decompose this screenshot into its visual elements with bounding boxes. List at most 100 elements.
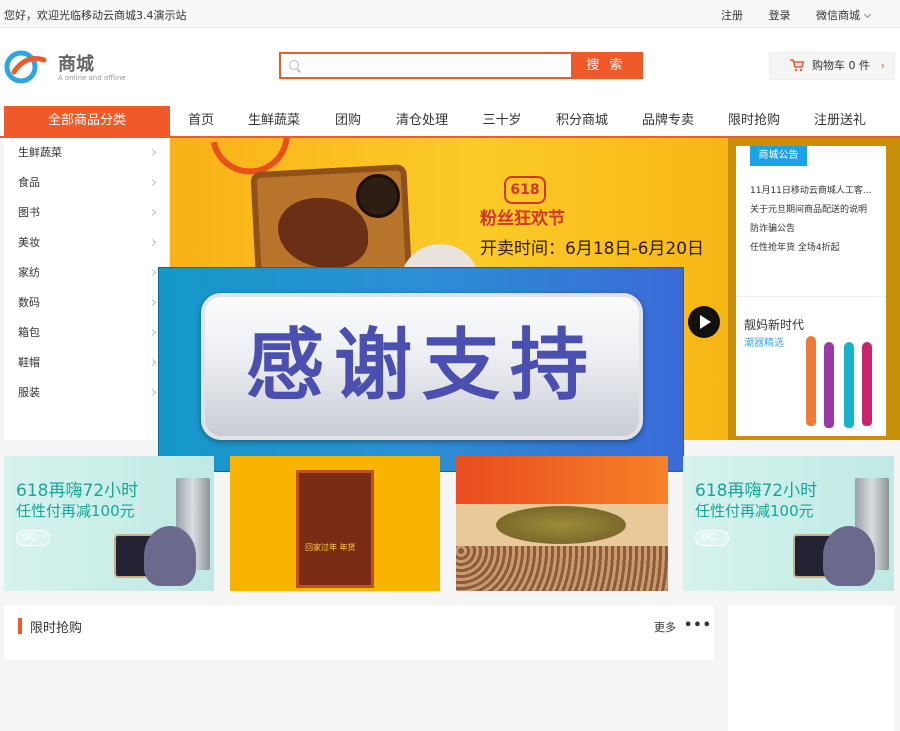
notice-item[interactable]: 防诈骗公告 — [750, 220, 874, 239]
cart-button[interactable]: 购物车 0 件 › — [769, 52, 895, 80]
beans-image — [456, 546, 668, 591]
notice-item[interactable]: 11月11日移动云商城人工客... — [750, 182, 874, 201]
chevron-right-icon — [148, 208, 157, 217]
register-link[interactable]: 注册 — [721, 9, 743, 22]
category-sidebar: 生鲜蔬菜 食品 图书 美妆 家纺 数码 箱包 鞋帽 服装 — [4, 138, 170, 440]
flash-sale-header: 限时抢购 更多 ••• — [4, 606, 714, 660]
play-icon[interactable] — [688, 306, 720, 338]
search-button[interactable]: 搜 索 — [571, 54, 641, 77]
more-dots-icon[interactable]: ••• — [684, 618, 712, 633]
go-button[interactable]: GO — [16, 530, 50, 546]
notice-item[interactable]: 任性抢年货 全场4折起 — [750, 239, 874, 258]
chevron-down-icon — [863, 10, 872, 19]
nav-item-thirty[interactable]: 三十岁 — [482, 106, 521, 136]
promo-line1: 618再嗨72小时 — [695, 481, 818, 501]
promo-line2: 任性付再减100元 — [16, 502, 135, 520]
category-label: 服装 — [18, 386, 40, 399]
gift-box-image: 回家过年 年货 — [296, 470, 374, 588]
category-label: 家纺 — [18, 266, 40, 279]
thanks-plate: 感谢支持 — [201, 293, 643, 440]
category-label: 图书 — [18, 206, 40, 219]
flash-sale-body — [4, 660, 671, 731]
divider — [736, 296, 886, 297]
site-header: 商城 A online and offline 搜 索 购物车 0 件 › — [0, 28, 900, 106]
promo-card-newyear[interactable]: 回家过年 年货 — [230, 456, 440, 591]
category-item[interactable]: 服装 — [4, 378, 169, 408]
category-label: 箱包 — [18, 326, 40, 339]
category-label: 鞋帽 — [18, 356, 40, 369]
right-column-panel — [728, 606, 894, 731]
cart-label: 购物车 0 件 — [812, 59, 870, 72]
all-categories-button[interactable]: 全部商品分类 — [4, 106, 170, 138]
chevron-right-icon — [148, 178, 157, 187]
chevron-right-icon — [148, 268, 157, 277]
wechat-mall-link[interactable]: 微信商城 — [816, 9, 872, 22]
nav-item-flash-sale[interactable]: 限时抢购 — [728, 106, 780, 136]
chevron-right-icon — [148, 238, 157, 247]
wechat-mall-label: 微信商城 — [816, 9, 860, 22]
nav-item-group-buy[interactable]: 团购 — [335, 106, 361, 136]
chevron-right-icon — [148, 328, 157, 337]
search-input[interactable] — [305, 56, 565, 75]
thanks-text: 感谢支持 — [245, 321, 598, 411]
chevron-right-icon: › — [880, 59, 885, 72]
logo-text: 商城 — [58, 54, 94, 75]
notice-item[interactable]: 关于元旦期间商品配送的说明 — [750, 201, 874, 220]
welcome-text: 您好，欢迎光临移动云商城3.4演示站 — [4, 9, 187, 22]
nav-item-clearance[interactable]: 清仓处理 — [396, 106, 448, 136]
nav-item-register-gift[interactable]: 注册送礼 — [814, 106, 866, 136]
logo[interactable]: 商城 A online and offline — [4, 48, 164, 94]
banner-badge: 618 — [504, 176, 546, 204]
login-link[interactable]: 登录 — [769, 9, 791, 22]
pepper-bowl-image — [356, 174, 400, 218]
category-label: 生鲜蔬菜 — [18, 146, 62, 159]
go-button[interactable]: GO — [695, 530, 729, 546]
section-marker — [18, 618, 22, 634]
category-item[interactable]: 图书 — [4, 198, 169, 228]
main-nav: 全部商品分类 首页 生鲜蔬菜 团购 清仓处理 三十岁 积分商城 品牌专卖 限时抢… — [0, 106, 900, 138]
category-item[interactable]: 食品 — [4, 168, 169, 198]
product-image — [844, 342, 854, 428]
promo-card-618[interactable]: 618再嗨72小时 任性付再减100元 GO — [4, 456, 214, 591]
category-label: 食品 — [18, 176, 40, 189]
category-label: 数码 — [18, 296, 40, 309]
side-promo-subtitle[interactable]: 潮器精选 — [744, 334, 784, 349]
product-image — [824, 342, 834, 428]
chevron-right-icon — [148, 298, 157, 307]
notice-panel: 商城公告 11月11日移动云商城人工客... 关于元旦期间商品配送的说明 防诈骗… — [736, 146, 886, 436]
side-promo-title[interactable]: 靓妈新时代 — [744, 316, 804, 333]
promo-card-618-alt[interactable]: 618再嗨72小时 任性付再减100元 GO — [683, 456, 894, 591]
top-links: 注册 登录 微信商城 — [699, 7, 872, 23]
toy-image — [823, 526, 875, 586]
search-box: 搜 索 — [279, 52, 643, 79]
promo-line1: 618再嗨72小时 — [16, 481, 139, 501]
more-link[interactable]: 更多 — [654, 619, 676, 635]
promo-line2: 任性付再减100元 — [695, 502, 814, 520]
logo-subtitle: A online and offline — [58, 74, 126, 82]
logo-mark-icon — [4, 50, 47, 84]
promo-card-grains[interactable] — [456, 456, 668, 591]
top-bar: 您好，欢迎光临移动云商城3.4演示站 注册 登录 微信商城 — [0, 0, 900, 28]
category-item[interactable]: 箱包 — [4, 318, 169, 348]
nav-item-home[interactable]: 首页 — [188, 106, 214, 136]
thanks-overlay: 感谢支持 — [158, 267, 684, 472]
product-image — [806, 336, 816, 426]
nav-item-fresh[interactable]: 生鲜蔬菜 — [248, 106, 300, 136]
nav-item-points-mall[interactable]: 积分商城 — [556, 106, 608, 136]
category-label: 美妆 — [18, 236, 40, 249]
chevron-right-icon — [148, 388, 157, 397]
banner-festival: 粉丝狂欢节 — [480, 209, 565, 229]
category-item[interactable]: 生鲜蔬菜 — [4, 138, 169, 168]
category-item[interactable]: 鞋帽 — [4, 348, 169, 378]
search-icon — [289, 60, 299, 70]
toy-image — [144, 526, 196, 586]
product-image — [862, 342, 872, 426]
category-item[interactable]: 家纺 — [4, 258, 169, 288]
notice-list: 11月11日移动云商城人工客... 关于元旦期间商品配送的说明 防诈骗公告 任性… — [750, 182, 874, 258]
category-item[interactable]: 美妆 — [4, 228, 169, 258]
chevron-right-icon — [148, 358, 157, 367]
nav-item-brands[interactable]: 品牌专卖 — [642, 106, 694, 136]
grains-header — [456, 456, 668, 504]
chevron-right-icon — [148, 148, 157, 157]
category-item[interactable]: 数码 — [4, 288, 169, 318]
